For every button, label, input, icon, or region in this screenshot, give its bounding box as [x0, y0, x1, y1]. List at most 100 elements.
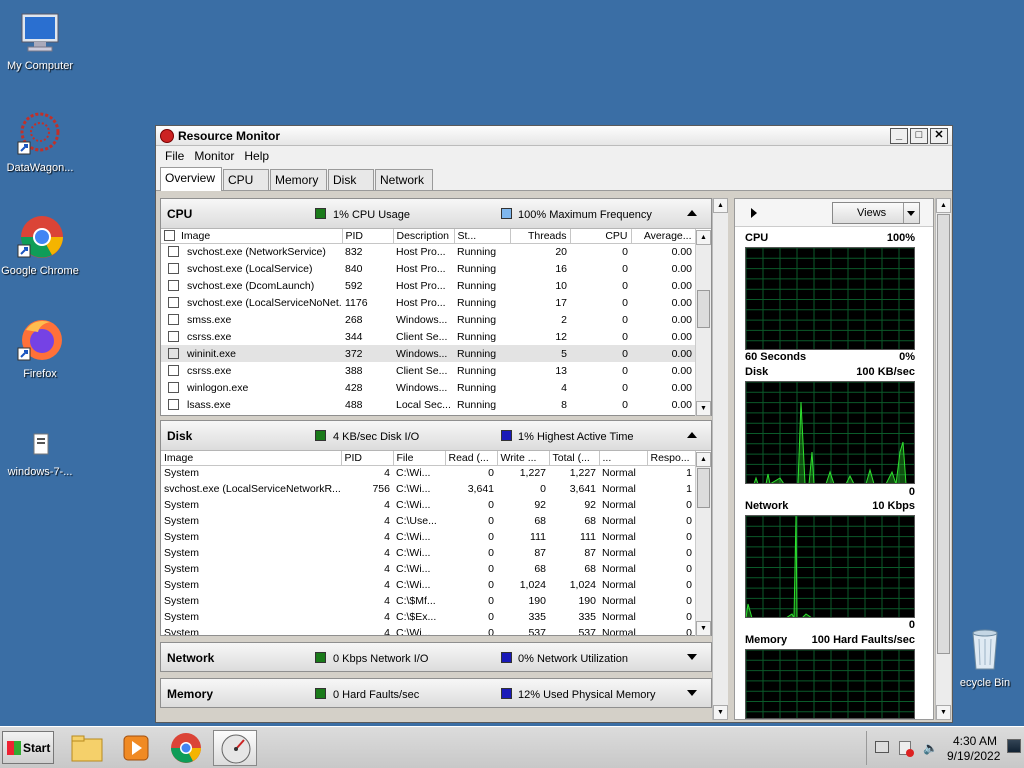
cpu-process-row[interactable]: smss.exe 268 Windows... Running 2 0 0.00: [161, 311, 695, 328]
desktop-icon-my-computer[interactable]: My Computer: [0, 8, 80, 72]
clock-date[interactable]: 9/19/2022: [947, 749, 1000, 763]
memory-section[interactable]: Memory 0 Hard Faults/sec 12% Used Physic…: [160, 678, 712, 708]
taskbar-explorer[interactable]: [66, 730, 110, 766]
expand-caret-icon[interactable]: [687, 654, 697, 660]
desktop-icon-firefox[interactable]: Firefox: [0, 316, 80, 380]
disk-column-header[interactable]: ...: [599, 451, 648, 466]
memory-section-header[interactable]: Memory 0 Hard Faults/sec 12% Used Physic…: [161, 679, 711, 707]
disk-column-header[interactable]: Image: [161, 451, 342, 466]
disk-column-header[interactable]: Total (...: [549, 451, 600, 466]
disk-table-scrollbar[interactable]: ▲ ▼: [695, 452, 711, 636]
scroll-up-arrow-icon[interactable]: ▲: [713, 198, 728, 213]
scroll-down-arrow-icon[interactable]: ▼: [713, 705, 728, 720]
close-button[interactable]: ✕: [930, 127, 948, 144]
process-checkbox[interactable]: [168, 263, 179, 275]
cpu-section-header[interactable]: CPU 1% CPU Usage 100% Maximum Frequency: [161, 199, 711, 229]
scroll-thumb[interactable]: [697, 468, 710, 508]
disk-section-header[interactable]: Disk 4 KB/sec Disk I/O 1% Highest Active…: [161, 421, 711, 451]
cpu-process-row[interactable]: svchost.exe (LocalServiceNoNet... 1176 Hos…: [161, 294, 695, 311]
network-section-header[interactable]: Network 0 Kbps Network I/O 0% Network Ut…: [161, 643, 711, 671]
volume-tray-icon[interactable]: 🔈: [923, 741, 938, 755]
menu-help[interactable]: Help: [239, 149, 274, 163]
disk-activity-row[interactable]: svchost.exe (LocalServiceNetworkR... 756 C…: [161, 481, 695, 497]
scroll-down-arrow-icon[interactable]: ▼: [936, 705, 951, 720]
action-center-tray-icon[interactable]: [899, 741, 914, 757]
cpu-process-row[interactable]: winlogon.exe 428 Windows... Running 4 0 0.00: [161, 379, 695, 396]
views-button[interactable]: Views: [832, 202, 920, 224]
cpu-column-header[interactable]: PID: [342, 229, 394, 244]
disk-activity-row[interactable]: System 4 C:\Wi... 0 111 111 Normal 0: [161, 529, 695, 545]
tab-cpu[interactable]: CPU: [223, 169, 269, 190]
network-section[interactable]: Network 0 Kbps Network I/O 0% Network Ut…: [160, 642, 712, 672]
disk-activity-row[interactable]: System 4 C:\$Ex... 0 335 335 Normal 0: [161, 609, 695, 625]
process-checkbox[interactable]: [168, 399, 179, 411]
cpu-column-header[interactable]: St...: [454, 229, 511, 244]
disk-activity-row[interactable]: System 4 C:\Wi... 0 537 537 Normal 0: [161, 625, 695, 635]
expand-caret-icon[interactable]: [687, 690, 697, 696]
disk-activity-row[interactable]: System 4 C:\Wi... 0 1,024 1,024 Normal 0: [161, 577, 695, 593]
process-checkbox[interactable]: [168, 331, 179, 343]
disk-activity-row[interactable]: System 4 C:\$Mf... 0 190 190 Normal 0: [161, 593, 695, 609]
disk-activity-row[interactable]: System 4 C:\Wi... 0 92 92 Normal 0: [161, 497, 695, 513]
disk-activity-row[interactable]: System 4 C:\Wi... 0 1,227 1,227 Normal 1: [161, 465, 695, 481]
scroll-thumb[interactable]: [697, 290, 710, 328]
desktop-icon-recycle-bin[interactable]: ecycle Bin: [945, 625, 1024, 689]
disk-column-header[interactable]: Respo...: [647, 451, 696, 466]
scroll-down-arrow-icon[interactable]: ▼: [696, 621, 711, 636]
disk-column-header[interactable]: PID: [341, 451, 394, 466]
desktop-icon-chrome[interactable]: Google Chrome: [0, 213, 80, 277]
process-checkbox[interactable]: [168, 280, 179, 292]
desktop-icon-windows7-file[interactable]: windows-7-...: [0, 432, 80, 478]
select-all-checkbox[interactable]: [164, 230, 175, 242]
collapse-caret-icon[interactable]: [687, 210, 697, 216]
disk-column-header[interactable]: File: [393, 451, 446, 466]
scroll-up-arrow-icon[interactable]: ▲: [936, 198, 951, 213]
tab-disk[interactable]: Disk: [328, 169, 374, 190]
cpu-process-row[interactable]: wininit.exe 372 Windows... Running 5 0 0.00: [161, 345, 695, 362]
collapse-caret-icon[interactable]: [687, 432, 697, 438]
cpu-column-header[interactable]: Threads: [510, 229, 571, 244]
cpu-column-header[interactable]: Average...: [631, 229, 696, 244]
disk-column-header[interactable]: Write ...: [497, 451, 550, 466]
show-desktop-icon[interactable]: [1007, 739, 1021, 753]
cpu-process-row[interactable]: svchost.exe (NetworkService) 832 Host Pro.…: [161, 243, 695, 260]
clock-time[interactable]: 4:30 AM: [953, 734, 997, 748]
cpu-process-row[interactable]: csrss.exe 344 Client Se... Running 12 0 0.00: [161, 328, 695, 345]
minimize-button[interactable]: _: [890, 127, 908, 144]
desktop-icon-datawagon[interactable]: DataWagon...: [0, 110, 80, 174]
process-checkbox[interactable]: [168, 348, 179, 360]
process-checkbox[interactable]: [168, 246, 179, 258]
start-button[interactable]: Start: [2, 731, 54, 764]
cpu-column-header[interactable]: Description: [393, 229, 455, 244]
disk-activity-row[interactable]: System 4 C:\Wi... 0 87 87 Normal 0: [161, 545, 695, 561]
taskbar-resource-monitor[interactable]: [213, 730, 257, 766]
taskbar-media-player[interactable]: [114, 730, 158, 766]
scroll-thumb[interactable]: [937, 214, 950, 654]
sections-scrollbar[interactable]: ▲ ▼: [712, 198, 728, 720]
graphs-scrollbar[interactable]: ▲ ▼: [935, 198, 951, 720]
disk-column-header[interactable]: Read (...: [445, 451, 498, 466]
cpu-process-row[interactable]: csrss.exe 388 Client Se... Running 13 0 0.00: [161, 362, 695, 379]
taskbar-chrome[interactable]: [164, 730, 208, 766]
tab-memory[interactable]: Memory: [270, 169, 327, 190]
menu-monitor[interactable]: Monitor: [189, 149, 239, 163]
process-checkbox[interactable]: [168, 382, 179, 394]
scroll-down-arrow-icon[interactable]: ▼: [696, 401, 711, 416]
disk-activity-row[interactable]: System 4 C:\Use... 0 68 68 Normal 0: [161, 513, 695, 529]
menu-file[interactable]: File: [160, 149, 189, 163]
cpu-column-header[interactable]: CPU: [570, 229, 632, 244]
process-checkbox[interactable]: [168, 314, 179, 326]
disk-activity-row[interactable]: System 4 C:\Wi... 0 68 68 Normal 0: [161, 561, 695, 577]
cpu-process-row[interactable]: lsass.exe 488 Local Sec... Running 8 0 0.00: [161, 396, 695, 413]
process-checkbox[interactable]: [168, 297, 179, 309]
scroll-up-arrow-icon[interactable]: ▲: [696, 230, 711, 245]
process-checkbox[interactable]: [168, 365, 179, 377]
title-bar[interactable]: Resource Monitor _ □ ✕: [156, 126, 952, 146]
scroll-up-arrow-icon[interactable]: ▲: [696, 452, 711, 467]
tab-overview[interactable]: Overview: [160, 167, 222, 191]
tab-network[interactable]: Network: [375, 169, 433, 190]
cpu-process-row[interactable]: svchost.exe (LocalService) 840 Host Pro...…: [161, 260, 695, 277]
network-tray-icon[interactable]: [875, 741, 889, 753]
collapse-pane-arrow-icon[interactable]: [751, 208, 757, 218]
cpu-process-row[interactable]: svchost.exe (DcomLaunch) 592 Host Pro... Ru…: [161, 277, 695, 294]
